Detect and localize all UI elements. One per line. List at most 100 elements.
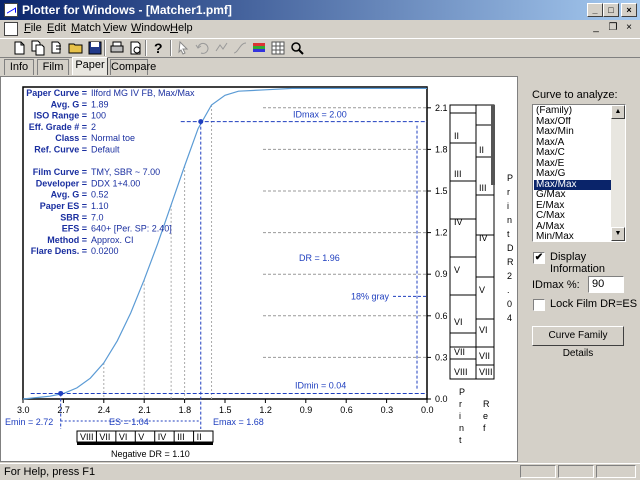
open-folder-icon[interactable] <box>67 39 85 57</box>
negative-zone-label: V <box>138 432 144 442</box>
x-tick-label: 0.6 <box>340 405 353 415</box>
lock-film-checkbox[interactable] <box>533 299 545 311</box>
new-copy-icon[interactable] <box>29 39 47 57</box>
info-value: 2 <box>91 122 96 132</box>
save-icon[interactable] <box>86 39 104 57</box>
x-tick-label: 1.8 <box>179 405 192 415</box>
info-value: 1.89 <box>91 99 109 109</box>
window-title: Plotter for Windows - [Matcher1.pmf] <box>22 3 232 17</box>
y-tick-label: 0.9 <box>435 269 448 279</box>
minimize-icon[interactable]: _ <box>587 3 603 17</box>
x-tick-label: 1.5 <box>219 405 232 415</box>
tab-info[interactable]: Info <box>4 59 34 75</box>
redo-icon[interactable] <box>212 39 230 57</box>
print-dr-title-letter: i <box>507 201 509 211</box>
info-value: 7.0 <box>91 212 104 222</box>
maximize-icon[interactable]: □ <box>603 3 619 17</box>
menu-view[interactable]: View <box>103 22 127 34</box>
menu-match[interactable]: Match <box>71 22 101 34</box>
emax-label: Emax = 1.68 <box>213 417 264 427</box>
print-dr-title-letter: . <box>507 285 510 295</box>
info-label: Avg. G = <box>51 190 87 200</box>
curve-option[interactable]: A/Max <box>534 222 611 233</box>
mdi-minimize-icon[interactable]: _ <box>589 21 603 35</box>
toolbar-separator <box>145 40 147 56</box>
open-copy-icon[interactable] <box>48 39 66 57</box>
grid-icon[interactable] <box>269 39 287 57</box>
print-zone-label: V <box>454 265 460 275</box>
print-icon[interactable] <box>108 39 126 57</box>
negative-dr-label: Negative DR = 1.10 <box>111 449 190 459</box>
plot-panel[interactable]: 0.0 0.3 0.6 0.9 1.2 1.5 1.8 2.1 3.0 2.7 2.4 2.1 1.8 1… <box>0 76 518 462</box>
negative-zone-label: IV <box>158 432 167 442</box>
scroll-down-icon[interactable]: ▼ <box>611 227 625 241</box>
curve-listbox[interactable]: (Family) Max/Off Max/Min Max/A Max/C Max/E Max… <box>532 104 626 242</box>
curve-option[interactable]: E/Max <box>534 201 611 212</box>
curve-tool-icon[interactable] <box>231 39 249 57</box>
curve-option[interactable]: Max/Min <box>534 127 611 138</box>
info-label: Paper Curve = <box>26 88 87 98</box>
info-label: EFS = <box>62 224 87 234</box>
help-icon[interactable]: ? <box>149 39 167 57</box>
negative-zone-band <box>77 442 213 445</box>
tab-film[interactable]: Film <box>37 59 69 75</box>
info-label: Paper ES = <box>40 201 87 211</box>
idmax-input[interactable]: 90 <box>588 276 624 293</box>
negative-zone-label: VI <box>119 432 128 442</box>
close-icon[interactable]: × <box>621 3 637 17</box>
info-label: Ref. Curve = <box>34 145 87 155</box>
curve-option[interactable]: (Family) <box>534 106 611 117</box>
tab-paper[interactable]: Paper <box>72 57 108 75</box>
document-icon[interactable] <box>4 22 18 36</box>
undo-icon[interactable] <box>193 39 211 57</box>
print-preview-icon[interactable] <box>127 39 145 57</box>
curve-option[interactable]: Max/Off <box>534 117 611 128</box>
menu-help[interactable]: Help <box>170 22 193 34</box>
color-palette-icon[interactable] <box>250 39 268 57</box>
ref-zone-label: II <box>479 145 484 155</box>
status-panel <box>558 465 594 478</box>
curve-option[interactable]: Max/C <box>534 148 611 159</box>
curve-option[interactable]: Min/Max <box>534 232 611 241</box>
print-dr-title-letter: 0 <box>507 299 512 309</box>
display-information-checkbox[interactable]: ✔ <box>533 252 545 264</box>
ref-zone-label: III <box>479 183 487 193</box>
negative-zone-label: III <box>177 432 185 442</box>
info-value: 640+ [Per. SP: 2.40] <box>91 224 172 234</box>
x-tick-label: 0.9 <box>300 405 313 415</box>
menu-file[interactable]: File <box>24 22 42 34</box>
ref-axis-title-letter: R <box>483 399 490 409</box>
print-axis-title-letter: r <box>459 399 462 409</box>
info-value: TMY, SBR ~ 7.00 <box>91 167 160 177</box>
menu-window[interactable]: Window <box>131 22 170 34</box>
scroll-up-icon[interactable]: ▲ <box>611 105 625 119</box>
mdi-close-icon[interactable]: × <box>622 21 636 35</box>
title-bar[interactable]: Plotter for Windows - [Matcher1.pmf] _ □… <box>0 0 640 20</box>
info-value: Normal toe <box>91 133 135 143</box>
curve-option[interactable]: G/Max <box>534 190 611 201</box>
curve-graph[interactable]: 0.00.30.60.91.21.51.82.13.0 2.7 2.4 2.1 1.8 1… <box>1 77 517 461</box>
mdi-restore-icon[interactable]: ❐ <box>606 21 620 35</box>
menu-edit[interactable]: Edit <box>47 22 66 34</box>
app-icon[interactable] <box>4 3 18 17</box>
curve-option[interactable]: Max/E <box>534 159 611 170</box>
info-label: Eff. Grade # = <box>29 122 87 132</box>
print-dr-title-letter: D <box>507 243 514 253</box>
pointer-icon[interactable] <box>174 39 192 57</box>
display-information-label[interactable]: Display Information <box>550 251 640 275</box>
curve-option[interactable]: Max/A <box>534 138 611 149</box>
tab-compare[interactable]: Compare <box>110 59 156 75</box>
x-tick-label: 0.3 <box>381 405 394 415</box>
curve-option[interactable]: Max/Max <box>534 179 611 190</box>
new-document-icon[interactable] <box>10 39 28 57</box>
curve-option[interactable]: Max/G <box>534 169 611 180</box>
ref-zone-label: VI <box>479 325 488 335</box>
zoom-icon[interactable] <box>288 39 306 57</box>
list-scrollbar[interactable]: ▲ ▼ <box>611 105 625 241</box>
negative-zone-label: VIII <box>80 432 94 442</box>
print-dr-title-letter: R <box>507 257 514 267</box>
curve-option[interactable]: C/Max <box>534 211 611 222</box>
lock-film-label[interactable]: Lock Film DR=ES <box>550 298 637 310</box>
curve-family-details-button[interactable]: Curve Family Details <box>532 326 624 359</box>
print-zone-strip <box>449 104 477 380</box>
